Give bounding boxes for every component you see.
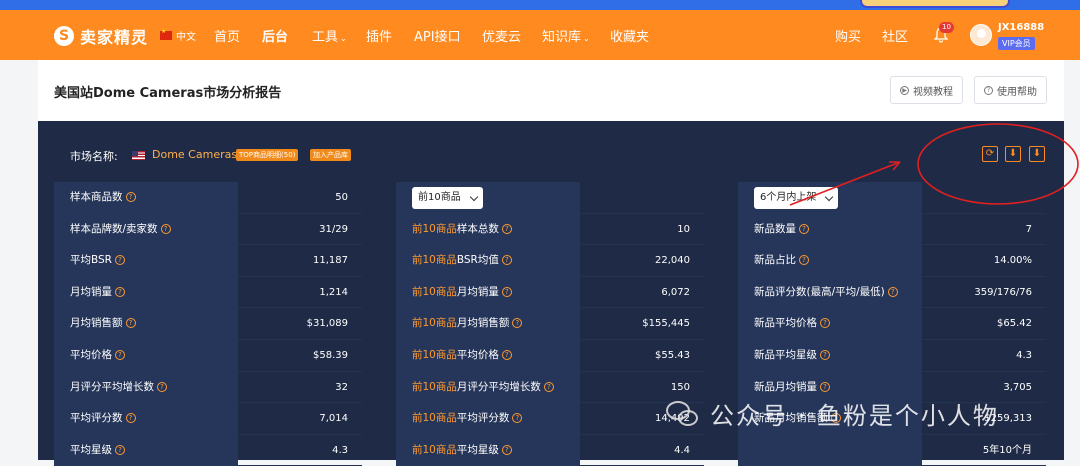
help-icon[interactable]: ?	[115, 444, 125, 455]
table-row: 平均评分数? 7,014	[54, 403, 362, 435]
market-name[interactable]: Dome Cameras	[152, 148, 237, 161]
avatar[interactable]	[970, 24, 992, 46]
play-icon: ▶	[900, 85, 909, 95]
nav-community[interactable]: 社区	[882, 26, 908, 45]
help-icon[interactable]: ?	[887, 286, 898, 297]
navbar: S 卖家精灵 中文 首页 后台 工具⌄ 插件 API接口 优麦云 知识库⌄ 收藏…	[0, 10, 1080, 60]
help-icon[interactable]: ?	[160, 223, 171, 234]
language-label: 中文	[176, 32, 196, 43]
table-row: 5年10个月	[738, 434, 1046, 466]
help-icon[interactable]: ?	[501, 349, 512, 360]
banner-pill	[860, 0, 1010, 8]
listing-period-select[interactable]: 6个月内上架	[754, 187, 839, 209]
help-icon[interactable]: ?	[799, 223, 809, 234]
user-name[interactable]: JX16888	[998, 22, 1044, 33]
table-row: 新品数量? 7	[738, 213, 1046, 246]
table-row: 月均销售额? $31,089	[54, 308, 362, 340]
chevron-down-icon: ⌄	[340, 34, 347, 43]
help-icon[interactable]: ?	[820, 349, 830, 360]
watermark-text: 公众号 · 鱼粉是个小人物	[710, 402, 999, 430]
table-row: 新品平均价格? $65.42	[738, 308, 1046, 340]
help-icon[interactable]: ?	[501, 286, 512, 297]
video-tutorial-button[interactable]: ▶ 视频教程	[890, 76, 963, 104]
table-row: 平均星级? 4.3	[54, 434, 362, 466]
table-row: 新品平均星级? 4.3	[738, 339, 1046, 372]
nav-knowledge[interactable]: 知识库 ⌄	[542, 26, 590, 45]
nav-youmaiyun[interactable]: 优麦云	[482, 26, 521, 45]
export-icon[interactable]: ⬇	[1029, 146, 1045, 162]
chevron-down-icon	[469, 192, 478, 201]
watermark: 公众号 · 鱼粉是个小人物	[666, 396, 999, 431]
help-icon[interactable]: ?	[114, 255, 125, 266]
wechat-icon	[666, 399, 702, 429]
table-row: 平均BSR? 11,187	[54, 245, 362, 277]
help-icon[interactable]: ?	[115, 349, 125, 360]
help-icon[interactable]: ?	[157, 381, 167, 392]
help-icon[interactable]: ?	[512, 413, 523, 424]
help-icon[interactable]: ?	[125, 318, 136, 329]
help-icon[interactable]: ?	[125, 192, 136, 202]
table-row: 前10商品月评分平均增长数? 150	[396, 371, 704, 404]
help-icon[interactable]: ?	[501, 444, 512, 455]
logo-icon: S	[54, 26, 74, 46]
help-icon[interactable]: ?	[115, 286, 125, 297]
table-row: 样本商品数? 50	[54, 182, 362, 214]
page-title: 美国站Dome Cameras市场分析报告	[54, 86, 282, 101]
notification-badge: 10	[939, 22, 954, 33]
nav-tools[interactable]: 工具 ⌄	[312, 26, 347, 45]
market-label: 市场名称:	[70, 150, 118, 163]
chevron-down-icon	[825, 192, 834, 201]
nav-plugins[interactable]: 插件	[366, 26, 392, 45]
nav-favorites[interactable]: 收藏夹	[610, 26, 649, 45]
table-row: 前10商品平均星级? 4.4	[396, 434, 704, 466]
table-row: 月评分平均增长数? 32	[54, 371, 362, 404]
add-to-library-tag[interactable]: 加入产品库	[310, 149, 351, 161]
logo[interactable]: S 卖家精灵	[54, 24, 148, 48]
table-row: 新品占比? 14.00%	[738, 245, 1046, 277]
vip-badge: VIP会员	[998, 37, 1035, 50]
nav-buy[interactable]: 购买	[835, 26, 861, 45]
table-row: 平均价格? $58.39	[54, 339, 362, 372]
help-icon[interactable]: ?	[820, 381, 830, 392]
market-overview-column: 样本商品数? 50 样本品牌数/卖家数? 31/29 平均BSR? 11,187 月均…	[54, 182, 362, 466]
logo-text: 卖家精灵	[80, 28, 149, 47]
top-browser-strip	[0, 0, 1080, 10]
download-icon[interactable]: ⬇	[1005, 146, 1021, 162]
help-button[interactable]: ? 使用帮助	[974, 76, 1047, 104]
help-icon[interactable]: ?	[799, 255, 809, 266]
chevron-down-icon: ⌄	[583, 34, 590, 43]
table-row: 前10商品月均销售额? $155,445	[396, 308, 704, 340]
language-switcher[interactable]: 中文	[160, 28, 196, 43]
nav-home[interactable]: 首页	[214, 26, 240, 45]
top-products-tag[interactable]: TOP商品明细(50)	[236, 149, 299, 161]
help-icon[interactable]: ?	[512, 318, 523, 329]
china-flag-icon	[160, 28, 172, 40]
table-row: 前10商品月均销量? 6,072	[396, 276, 704, 309]
top10-column: 前10商品 前10商品样本总数? 10 前10商品BSR均值? 22,040 前10…	[396, 182, 704, 466]
refresh-icon[interactable]: ⟳	[982, 146, 998, 162]
help-icon[interactable]: ?	[543, 381, 554, 392]
table-row: 前10商品BSR均值? 22,040	[396, 245, 704, 277]
nav-api[interactable]: API接口	[414, 26, 461, 45]
top-n-select[interactable]: 前10商品	[412, 187, 483, 209]
table-row: 月均销量? 1,214	[54, 276, 362, 309]
table-row: 样本品牌数/卖家数? 31/29	[54, 213, 362, 246]
table-row: 前10商品样本总数? 10	[396, 213, 704, 246]
us-flag-icon	[132, 151, 145, 160]
table-row: 前10商品平均评分数? 14,492	[396, 403, 704, 435]
table-row: 6个月内上架	[738, 182, 1046, 214]
help-icon[interactable]: ?	[820, 318, 830, 329]
table-row: 前10商品平均价格? $55.43	[396, 339, 704, 372]
help-icon[interactable]: ?	[125, 413, 136, 424]
help-icon[interactable]: ?	[501, 223, 512, 234]
question-icon: ?	[984, 85, 993, 95]
table-row: 新品评分数(最高/平均/最低)? 359/176/76	[738, 276, 1046, 309]
nav-dashboard[interactable]: 后台	[262, 26, 288, 45]
help-icon[interactable]: ?	[501, 255, 512, 266]
table-row: 前10商品	[396, 182, 704, 214]
